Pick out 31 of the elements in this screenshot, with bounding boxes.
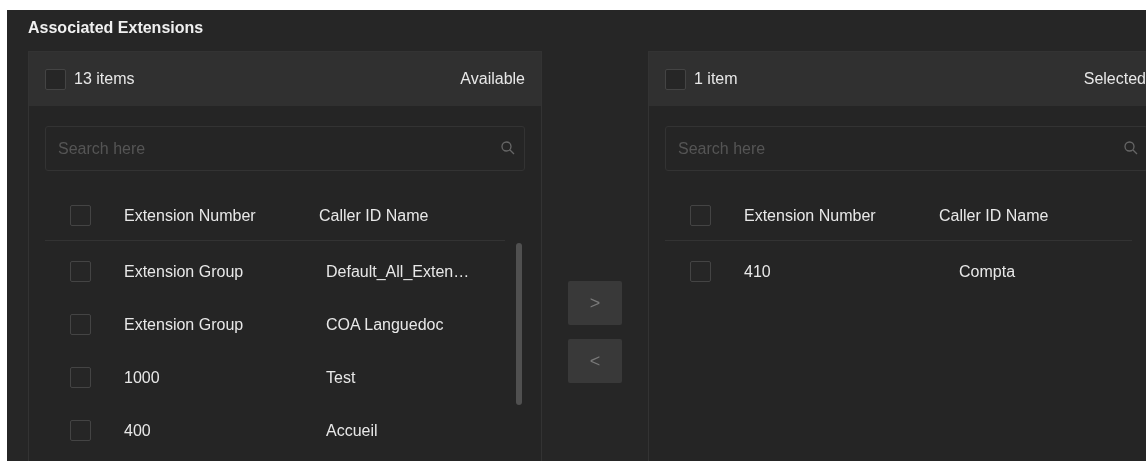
table-cell: Compta xyxy=(959,262,1016,281)
row-checkbox[interactable] xyxy=(690,261,711,282)
column-header: Extension Number xyxy=(124,206,257,225)
row-checkbox[interactable] xyxy=(70,420,91,441)
select-all-checkbox[interactable] xyxy=(665,68,686,90)
table-cell: COA Languedoc xyxy=(326,315,444,334)
scrollbar[interactable] xyxy=(516,243,522,405)
table-cell-text: 400 xyxy=(124,421,152,440)
search-icon xyxy=(1124,141,1138,155)
table-cell-text: 410 xyxy=(744,262,772,281)
row-checkbox[interactable] xyxy=(70,314,91,335)
panel-label: Selected xyxy=(1083,70,1146,88)
row-checkbox[interactable] xyxy=(70,367,91,388)
table-cell-text: 1000 xyxy=(124,368,161,387)
table-cell-text: Extension Group xyxy=(124,262,245,281)
table-cell-text: Extension Group xyxy=(124,315,245,334)
table-cell: Default_All_Exten… xyxy=(326,262,470,281)
item-count: 13 items xyxy=(74,70,135,88)
section-title: Associated Extensions xyxy=(27,18,205,38)
column-header: Caller ID Name xyxy=(319,206,429,225)
item-count: 1 item xyxy=(694,70,738,88)
column-header: Extension Number xyxy=(744,206,877,225)
select-all-checkbox[interactable] xyxy=(45,68,66,90)
table-cell: Accueil xyxy=(326,421,378,440)
panel-label: Available xyxy=(460,70,525,88)
header-checkbox[interactable] xyxy=(70,205,91,226)
search-icon xyxy=(501,141,515,155)
row-checkbox[interactable] xyxy=(70,261,91,282)
column-header: Caller ID Name xyxy=(939,206,1049,225)
table-cell: Test xyxy=(326,368,356,387)
header-checkbox[interactable] xyxy=(690,205,711,226)
